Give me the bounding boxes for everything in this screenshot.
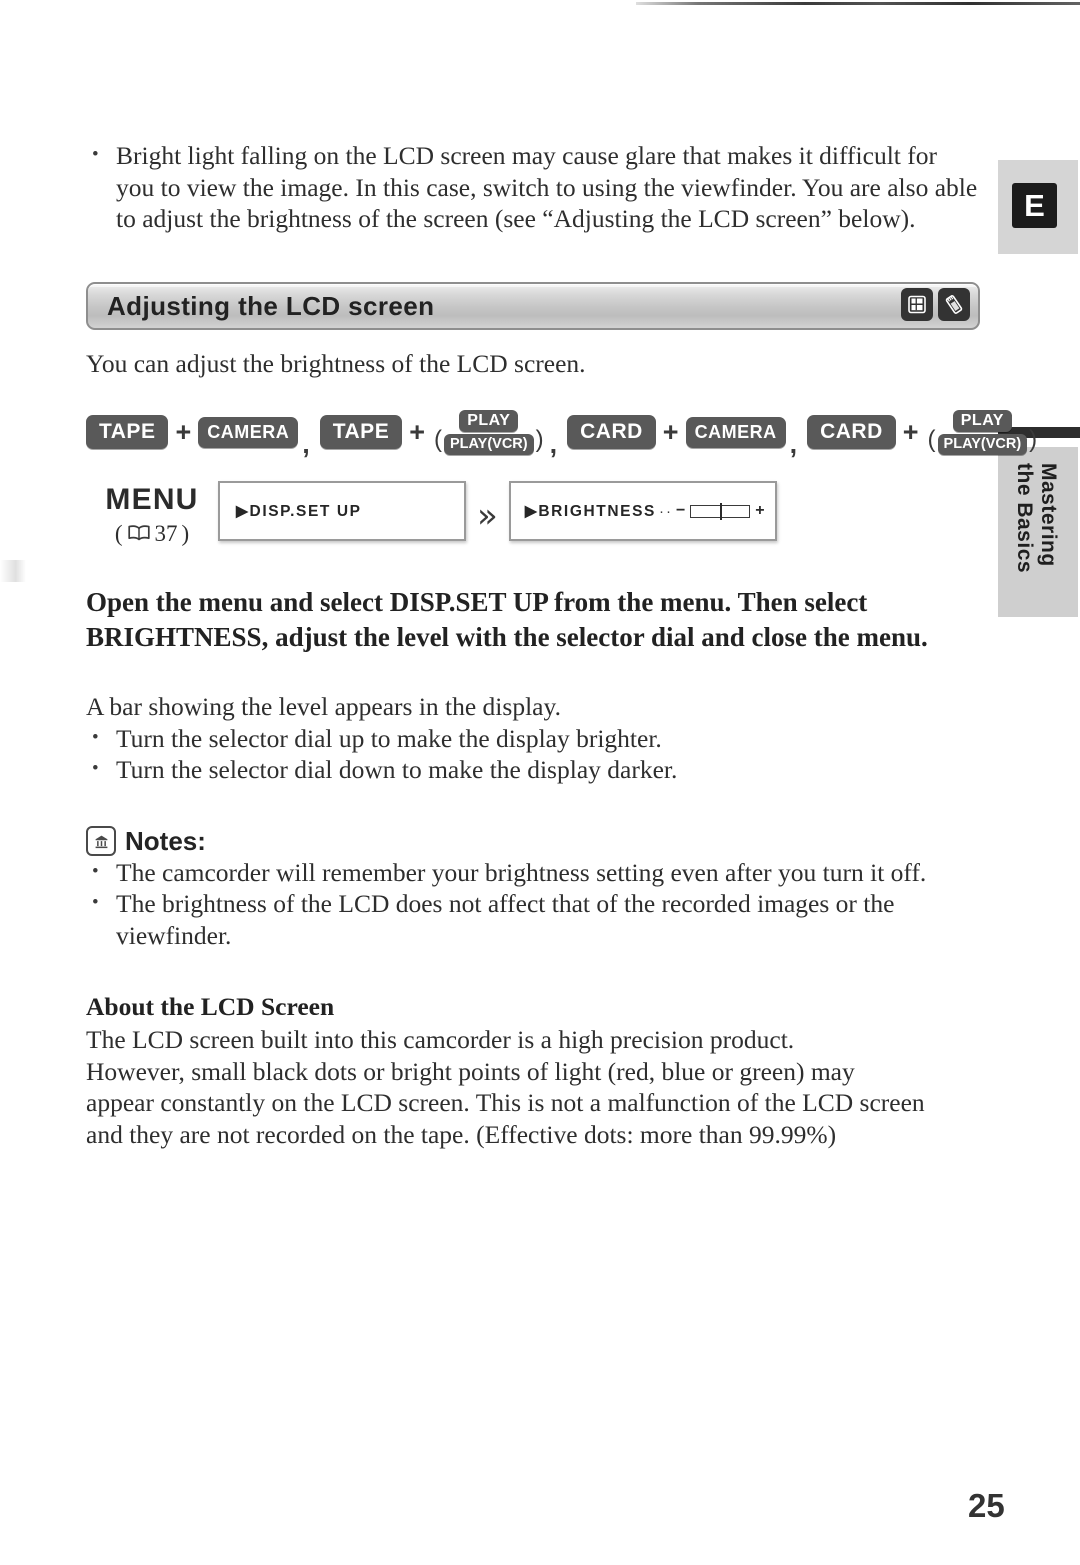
chapter-tab-line2: the Basics — [1013, 463, 1036, 574]
paren-open-ref: ( — [114, 521, 123, 546]
double-chevron-right-icon: » — [477, 496, 498, 536]
section-title: Adjusting the LCD screen — [107, 290, 435, 321]
language-tab-letter: E — [1024, 187, 1045, 223]
page-number: 25 — [968, 1487, 1005, 1524]
lcd-menu-item-dispsetup: ▶DISP.SET UP — [236, 502, 362, 520]
content-column: Bright light falling on the LCD screen m… — [86, 139, 1037, 1150]
lcd-menu-item-brightness: ▶BRIGHTNESS — [524, 502, 656, 520]
separator-1: , — [302, 429, 310, 459]
language-tab: E — [998, 160, 1078, 254]
about-line-3: appear constantly on the LCD screen. Thi… — [86, 1088, 925, 1117]
mode-button-camera-1: CAMERA — [198, 416, 299, 448]
lcd-plus-sign: + — [755, 502, 765, 519]
chapter-tab-line1: Mastering — [1037, 463, 1060, 567]
mode-button-row: TAPE + CAMERA , TAPE + ( PLAY PLAY(VCR) … — [86, 409, 1037, 459]
language-tab-badge: E — [1012, 183, 1057, 228]
mode-button-playvcr-4: PLAY(VCR) — [937, 433, 1028, 455]
memory-card-icon — [938, 287, 970, 321]
notes-bullet-2: The brightness of the LCD does not affec… — [86, 887, 978, 951]
after-bar-bullet-2: Turn the selector dial down to make the … — [86, 753, 978, 786]
mode-button-play-4: PLAY — [952, 409, 1012, 432]
paren-open-4: ( — [927, 426, 936, 453]
section-mode-icons — [901, 287, 970, 321]
menu-button-label: MENU — [105, 483, 199, 516]
about-line-4: and they are not recorded on the tape. (… — [86, 1119, 837, 1149]
paren-close-ref: ) — [181, 521, 190, 546]
mode-button-card-2: CARD — [807, 415, 896, 449]
notes-bullet-1: The camcorder will remember your brightn… — [86, 856, 978, 889]
mode-button-play-group-4: PLAY PLAY(VCR) — [937, 409, 1028, 455]
after-bar-list: Turn the selector dial up to make the di… — [86, 722, 978, 786]
section-lead-text: You can adjust the brightness of the LCD… — [86, 348, 586, 378]
notes-heading: Notes: — [125, 825, 206, 856]
section-header-bar: Adjusting the LCD screen — [86, 281, 980, 330]
plus-sign-3: + — [662, 416, 679, 447]
notes-heading-row: Notes: — [86, 826, 978, 857]
plus-sign-1: + — [175, 416, 192, 447]
plus-sign-4: + — [902, 416, 919, 447]
mode-button-play-group-2: PLAY PLAY(VCR) — [443, 409, 534, 455]
intro-list: Bright light falling on the LCD screen m… — [86, 139, 978, 235]
menu-sequence-row: MENU ( 37 ) ▶DISP.SET UP » ▶BRIGHTNESS ·… — [86, 481, 978, 551]
lcd-minus-sign: − — [675, 502, 686, 519]
chapter-tab-text: Mastering the Basics — [998, 447, 1078, 617]
paren-close-2: ) — [535, 426, 544, 453]
plus-sign-2: + — [409, 416, 425, 447]
instruction-paragraph: Open the menu and select DISP.SET UP fro… — [86, 587, 928, 652]
tape-cassette-icon — [901, 287, 933, 321]
lcd-screen-brightness: ▶BRIGHTNESS ·· − + — [508, 481, 777, 541]
menu-page-number: 37 — [154, 521, 178, 546]
about-heading: About the LCD Screen — [86, 992, 335, 1021]
mode-button-card-1: CARD — [567, 415, 656, 449]
mode-button-tape-2: TAPE — [319, 415, 403, 449]
intro-bullet: Bright light falling on the LCD screen m… — [86, 139, 978, 235]
mode-button-tape-1: TAPE — [86, 415, 169, 449]
lcd-brightness-level-bar — [690, 502, 751, 520]
chapter-tab: Mastering the Basics — [998, 447, 1078, 617]
separator-3: , — [789, 429, 798, 459]
mode-button-play-2: PLAY — [459, 409, 519, 432]
mode-button-camera-2: CAMERA — [685, 416, 786, 448]
memo-note-icon — [86, 826, 116, 856]
menu-label-group: MENU ( 37 ) — [86, 481, 218, 547]
about-line-2: However, small black dots or bright poin… — [86, 1056, 855, 1086]
about-line-1: The LCD screen built into this camcorder… — [86, 1025, 795, 1054]
book-icon — [127, 521, 151, 547]
scan-edge-left — [0, 560, 26, 582]
mode-button-playvcr-2: PLAY(VCR) — [443, 433, 534, 455]
menu-page-reference: ( 37 ) — [86, 521, 218, 547]
lcd-brightness-row: ▶BRIGHTNESS ·· − + — [525, 502, 765, 521]
lcd-brightness-dots: ·· — [658, 502, 673, 520]
after-bar-bullet-1: Turn the selector dial up to make the di… — [86, 722, 978, 755]
paren-close-4: ) — [1029, 426, 1038, 453]
scan-edge-top — [636, 2, 1080, 5]
lcd-screen-menu: ▶DISP.SET UP — [218, 481, 466, 541]
manual-page: E Mastering the Basics Bright light fall… — [0, 0, 1080, 1565]
separator-2: , — [549, 429, 558, 459]
notes-list: The camcorder will remember your brightn… — [86, 856, 978, 952]
after-bar-lead: A bar showing the level appears in the d… — [86, 692, 561, 721]
paren-open-2: ( — [433, 426, 442, 453]
